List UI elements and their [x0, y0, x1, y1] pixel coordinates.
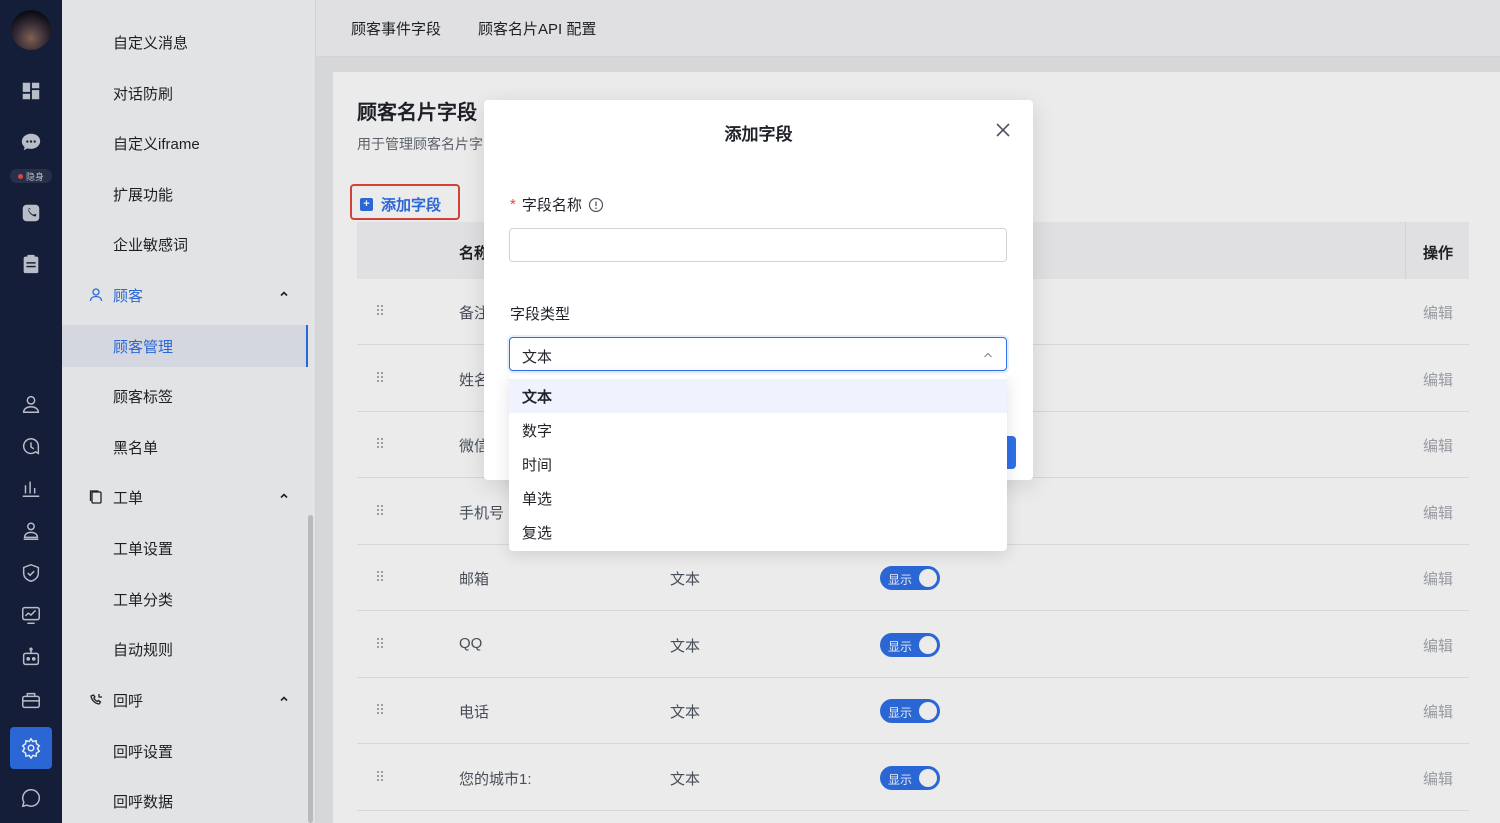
dialog-title: 添加字段 [724, 125, 793, 144]
field-name-input[interactable] [509, 228, 1007, 262]
dropdown-option-multi-select[interactable]: 复选 [509, 515, 1007, 549]
dropdown-option-time[interactable]: 时间 [509, 447, 1007, 481]
dropdown-option-single-select[interactable]: 单选 [509, 481, 1007, 515]
dropdown-option-text[interactable]: 文本 [509, 379, 1007, 413]
info-icon[interactable] [588, 197, 604, 213]
close-icon[interactable] [994, 121, 1012, 139]
required-mark: * [510, 196, 516, 213]
field-name-label-text: 字段名称 [521, 197, 582, 214]
field-name-label: * 字段名称 [510, 194, 604, 215]
chevron-up-icon [984, 352, 992, 358]
field-type-value: 文本 [522, 349, 553, 366]
field-type-dropdown: 文本 数字 时间 单选 复选 [509, 375, 1007, 551]
field-type-label: 字段类型 [510, 306, 571, 323]
field-type-select[interactable]: 文本 [509, 337, 1007, 371]
dropdown-option-number[interactable]: 数字 [509, 413, 1007, 447]
